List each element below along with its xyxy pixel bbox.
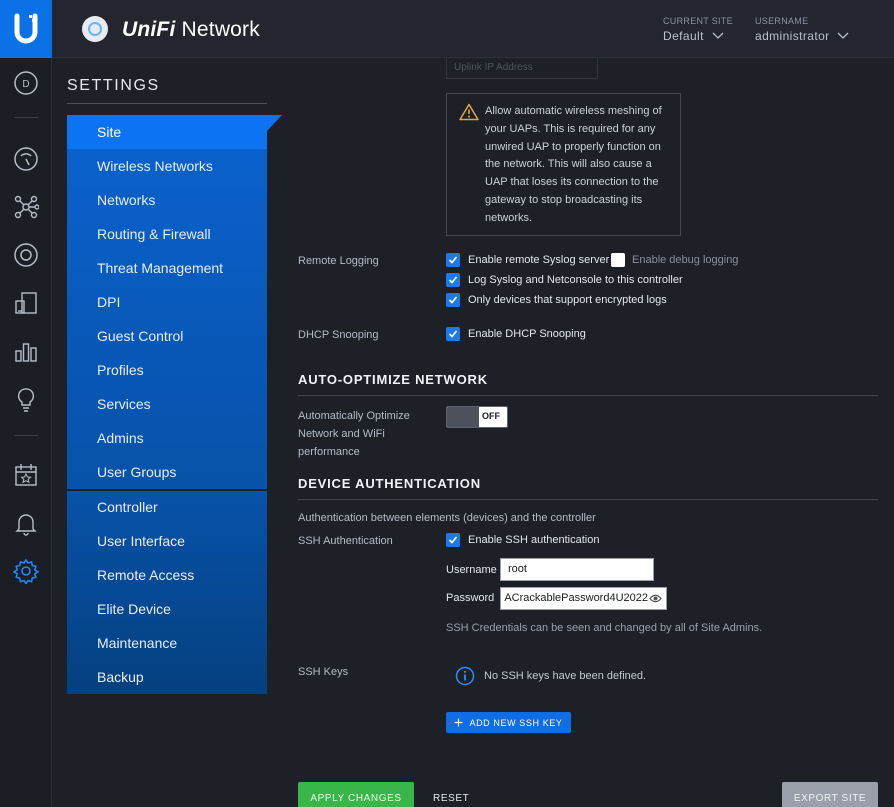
unifi-logo-icon	[82, 16, 108, 42]
add-ssh-key-label: ADD NEW SSH KEY	[469, 717, 563, 728]
dashboard-icon[interactable]: D	[12, 69, 40, 97]
alerts-icon[interactable]	[12, 509, 40, 537]
topology-icon[interactable]	[12, 193, 40, 221]
username-label: USERNAME	[755, 16, 809, 26]
checkmark-icon	[448, 256, 458, 264]
app-title: UniFi Network	[122, 18, 260, 41]
device-auth-heading: DEVICE AUTHENTICATION	[298, 476, 481, 491]
device-auth-description: Authentication between elements (devices…	[298, 512, 596, 524]
apply-changes-button[interactable]: APPLY CHANGES	[298, 782, 414, 807]
nav-item-admins[interactable]: Admins	[67, 421, 267, 455]
ssh-username-label: Username	[446, 564, 497, 576]
auto-optimize-heading: AUTO-OPTIMIZE NETWORK	[298, 372, 488, 387]
ssh-auth-label: SSH Authentication	[298, 535, 393, 547]
checkmark-icon	[448, 330, 458, 338]
dhcp-snooping-option: Enable DHCP Snooping	[468, 328, 586, 340]
export-site-button[interactable]: EXPORT SITE	[782, 782, 878, 807]
settings-nav-controller-group: Controller User Interface Remote Access …	[67, 491, 267, 694]
clients-icon[interactable]	[12, 289, 40, 317]
nav-item-user-groups[interactable]: User Groups	[67, 455, 267, 489]
ssh-keys-label: SSH Keys	[298, 666, 349, 678]
auto-optimize-label: Automatically Optimize Network and WiFi …	[298, 410, 410, 458]
settings-icon[interactable]	[12, 557, 40, 585]
settings-divider	[67, 103, 267, 104]
nav-item-guest-control[interactable]: Guest Control	[67, 319, 267, 353]
rail-divider	[14, 117, 38, 118]
info-icon	[455, 666, 475, 686]
nav-item-threat-management[interactable]: Threat Management	[67, 251, 267, 285]
nav-item-wireless-networks[interactable]: Wireless Networks	[67, 149, 267, 183]
nav-item-maintenance[interactable]: Maintenance	[67, 626, 267, 660]
rail-divider	[14, 435, 38, 436]
mesh-warning-text: Allow automatic wireless meshing of your…	[485, 105, 662, 224]
nav-item-dpi[interactable]: DPI	[67, 285, 267, 319]
ssh-credentials-note: SSH Credentials can be seen and changed …	[446, 622, 763, 634]
remote-logging-label: Remote Logging	[298, 255, 379, 267]
svg-text:D: D	[22, 79, 29, 90]
auto-optimize-toggle[interactable]: OFF	[446, 406, 508, 428]
nav-item-user-interface[interactable]: User Interface	[67, 524, 267, 558]
left-rail: D	[0, 0, 52, 807]
checkmark-icon	[448, 296, 458, 304]
settings-nav-site-group: Site Wireless Networks Networks Routing …	[67, 115, 267, 489]
toggle-knob	[447, 407, 479, 427]
toggle-state: OFF	[482, 411, 500, 421]
active-nav-indicator	[267, 115, 282, 131]
settings-title: SETTINGS	[67, 77, 160, 94]
show-password-icon[interactable]	[649, 593, 662, 604]
devices-icon[interactable]	[12, 241, 40, 269]
warning-icon	[459, 103, 479, 121]
current-site-value[interactable]: Default	[663, 29, 733, 43]
site-selector[interactable]: CURRENT SITE Default	[663, 16, 733, 43]
no-ssh-keys-text: No SSH keys have been defined.	[484, 670, 647, 682]
ubiquiti-logo[interactable]	[0, 0, 52, 58]
encrypted-logs-checkbox[interactable]	[446, 293, 460, 307]
nav-item-controller[interactable]: Controller	[67, 490, 267, 524]
ssh-auth-checkbox[interactable]	[446, 533, 460, 547]
checkmark-icon	[448, 276, 458, 284]
log-to-controller-checkbox[interactable]	[446, 273, 460, 287]
debug-logging-checkbox[interactable]	[611, 253, 625, 267]
ssh-auth-option: Enable SSH authentication	[468, 534, 600, 546]
insights-icon[interactable]	[12, 337, 40, 365]
checkmark-icon	[448, 536, 458, 544]
encrypted-logs-label: Only devices that support encrypted logs	[468, 294, 667, 306]
chevron-down-icon	[712, 32, 724, 39]
uplink-ip-input[interactable]: Uplink IP Address	[446, 58, 598, 79]
dhcp-snooping-checkbox[interactable]	[446, 327, 460, 341]
ssh-password-label: Password	[446, 592, 495, 604]
username-value[interactable]: administrator	[755, 29, 849, 43]
mesh-warning-box: Allow automatic wireless meshing of your…	[446, 93, 681, 236]
current-site-label: CURRENT SITE	[663, 16, 733, 26]
nav-item-remote-access[interactable]: Remote Access	[67, 558, 267, 592]
nav-item-site[interactable]: Site	[67, 115, 267, 149]
nav-item-elite-device[interactable]: Elite Device	[67, 592, 267, 626]
calendar-icon[interactable]	[12, 461, 40, 489]
nav-item-services[interactable]: Services	[67, 387, 267, 421]
add-ssh-key-button[interactable]: ADD NEW SSH KEY	[446, 712, 571, 733]
dhcp-snooping-label: DHCP Snooping	[298, 329, 379, 341]
syslog-checkbox[interactable]	[446, 253, 460, 267]
plus-icon	[454, 718, 463, 727]
user-menu[interactable]: USERNAME administrator	[755, 16, 849, 43]
top-bar: UniFi Network CURRENT SITE Default USERN…	[52, 0, 894, 58]
log-to-controller-label: Log Syslog and Netconsole to this contro…	[468, 274, 683, 286]
debug-logging-label: Enable debug logging	[632, 254, 739, 266]
nav-item-backup[interactable]: Backup	[67, 660, 267, 694]
reset-button[interactable]: RESET	[433, 793, 469, 804]
statistics-icon[interactable]	[12, 145, 40, 173]
nav-item-networks[interactable]: Networks	[67, 183, 267, 217]
ssh-password-input[interactable]: ACrackablePassword4U2022	[500, 587, 667, 610]
section-divider	[298, 395, 878, 396]
events-icon[interactable]	[12, 385, 40, 413]
nav-item-profiles[interactable]: Profiles	[67, 353, 267, 387]
ssh-username-input[interactable]: root	[500, 558, 654, 581]
section-divider	[298, 499, 878, 500]
chevron-down-icon	[837, 32, 849, 39]
nav-item-routing-firewall[interactable]: Routing & Firewall	[67, 217, 267, 251]
syslog-option-label: Enable remote Syslog server	[468, 254, 610, 266]
ubiquiti-u-icon	[14, 13, 38, 44]
